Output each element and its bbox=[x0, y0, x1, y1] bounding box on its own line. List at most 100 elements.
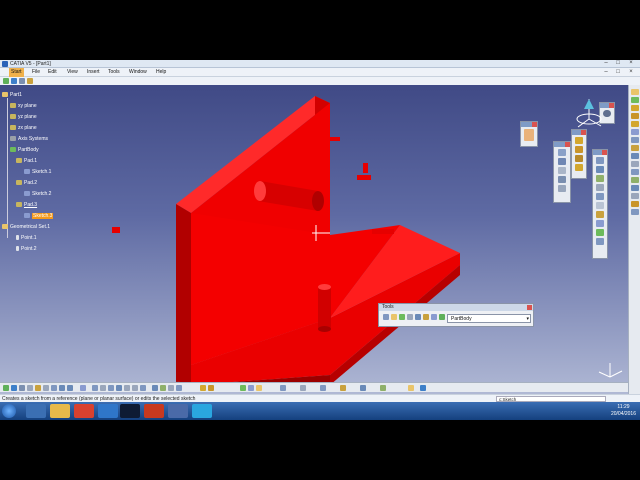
tree-node-point2[interactable]: Point.2 bbox=[16, 245, 37, 253]
point-marker[interactable] bbox=[330, 137, 340, 141]
measure-inertia-icon[interactable] bbox=[320, 385, 326, 391]
open-icon[interactable] bbox=[11, 78, 17, 84]
pad-tool-icon[interactable] bbox=[558, 149, 566, 156]
point-marker[interactable] bbox=[363, 163, 368, 173]
knowledge-icon[interactable] bbox=[360, 385, 366, 391]
toolbar-icon[interactable] bbox=[630, 209, 639, 215]
compass-icon[interactable] bbox=[574, 97, 604, 131]
new-icon[interactable] bbox=[3, 78, 9, 84]
pan-icon[interactable] bbox=[108, 385, 114, 391]
maximize-button[interactable]: □ bbox=[613, 60, 623, 67]
zoom-in-icon[interactable] bbox=[124, 385, 130, 391]
tree-node-pad3[interactable]: Pad.3 bbox=[16, 201, 37, 209]
shell-tool-icon[interactable] bbox=[575, 164, 583, 171]
groove-tool-icon[interactable] bbox=[558, 176, 566, 183]
thick-tool-icon[interactable] bbox=[596, 211, 604, 218]
toolbar-close-icon[interactable] bbox=[602, 150, 607, 155]
swap-space-icon[interactable] bbox=[176, 385, 182, 391]
formula-icon[interactable] bbox=[391, 314, 397, 320]
menu-file[interactable]: File bbox=[30, 68, 42, 77]
sketch-icon[interactable] bbox=[248, 385, 254, 391]
horizontal-pad-end[interactable] bbox=[254, 181, 266, 201]
hide-show-icon[interactable] bbox=[431, 314, 437, 320]
toolbar-icon[interactable] bbox=[630, 145, 639, 151]
toolbar-icon[interactable] bbox=[630, 177, 639, 183]
sketcher-icon[interactable] bbox=[27, 78, 33, 84]
menu-help[interactable]: Help bbox=[154, 68, 168, 77]
ie-icon[interactable] bbox=[26, 404, 46, 418]
paste-icon[interactable] bbox=[51, 385, 57, 391]
doc-minimize-button[interactable]: – bbox=[601, 69, 611, 76]
tree-node-sketch1[interactable]: Sketch.1 bbox=[24, 168, 51, 176]
open-icon[interactable] bbox=[11, 385, 17, 391]
toolbar-icon[interactable] bbox=[630, 201, 639, 207]
fillet-tool-icon[interactable] bbox=[575, 137, 583, 144]
tree-node-yz-plane[interactable]: yz plane bbox=[10, 113, 37, 121]
print-icon[interactable] bbox=[27, 385, 33, 391]
toolbar-icon[interactable] bbox=[630, 89, 639, 95]
point-marker[interactable] bbox=[372, 229, 394, 234]
3d-model[interactable] bbox=[0, 85, 640, 410]
analysis-icon[interactable] bbox=[380, 385, 386, 391]
toolbar-close-icon[interactable] bbox=[565, 142, 570, 147]
tree-node-zx-plane[interactable]: zx plane bbox=[10, 124, 37, 132]
start-button[interactable] bbox=[2, 404, 16, 418]
translate-tool-icon[interactable] bbox=[596, 157, 604, 164]
iso-view-icon[interactable] bbox=[152, 385, 158, 391]
rotate-icon[interactable] bbox=[116, 385, 122, 391]
chevron-down-icon[interactable]: ▾ bbox=[526, 315, 529, 323]
boolean-tool-icon[interactable] bbox=[596, 229, 604, 236]
tree-node-sketch2[interactable]: Sketch.2 bbox=[24, 190, 51, 198]
toolbar-icon[interactable] bbox=[630, 161, 639, 167]
toolbar-close-icon[interactable] bbox=[609, 103, 614, 108]
toolbar-icon[interactable] bbox=[630, 97, 639, 103]
constraint-icon[interactable] bbox=[200, 385, 206, 391]
shading-icon[interactable] bbox=[160, 385, 166, 391]
cut-icon[interactable] bbox=[35, 385, 41, 391]
system-clock[interactable]: 11:29 20/04/2016 bbox=[611, 404, 636, 418]
point-marker[interactable] bbox=[112, 227, 120, 233]
redo-icon[interactable] bbox=[67, 385, 73, 391]
skype-icon[interactable] bbox=[192, 404, 212, 418]
point-marker[interactable] bbox=[357, 175, 371, 180]
point-icon[interactable] bbox=[256, 385, 262, 391]
menu-view[interactable]: View bbox=[65, 68, 80, 77]
menu-start[interactable]: Start bbox=[9, 68, 24, 77]
vertical-pad-body[interactable] bbox=[318, 287, 331, 329]
tree-node-xy-plane[interactable]: xy plane bbox=[10, 102, 37, 110]
axis-system-tool-icon[interactable] bbox=[399, 314, 405, 320]
pocket-tool-icon[interactable] bbox=[558, 158, 566, 165]
material-icon[interactable] bbox=[408, 385, 414, 391]
body-select[interactable]: PartBody ▾ bbox=[447, 314, 531, 323]
hole-tool-icon[interactable] bbox=[558, 185, 566, 192]
tree-node-sketch3[interactable]: Sketch.3 bbox=[24, 212, 54, 220]
undo-icon[interactable] bbox=[59, 385, 65, 391]
doc-close-button[interactable]: × bbox=[626, 69, 636, 76]
menu-window[interactable]: Window bbox=[127, 68, 149, 77]
grid-icon[interactable] bbox=[407, 314, 413, 320]
vertical-pad-top[interactable] bbox=[318, 284, 331, 290]
view-tool-icon[interactable] bbox=[603, 110, 611, 117]
normal-view-icon[interactable] bbox=[140, 385, 146, 391]
edge-icon[interactable] bbox=[98, 404, 118, 418]
horizontal-pad-face[interactable] bbox=[312, 191, 324, 211]
toolbar-icon[interactable] bbox=[630, 129, 639, 135]
formula-icon[interactable] bbox=[340, 385, 346, 391]
sketch-tool-icon[interactable] bbox=[524, 129, 534, 141]
menu-insert[interactable]: Insert bbox=[85, 68, 102, 77]
hide-show-icon[interactable] bbox=[168, 385, 174, 391]
catalog-icon[interactable] bbox=[423, 314, 429, 320]
file-explorer-icon[interactable] bbox=[50, 404, 70, 418]
toolbar-icon[interactable] bbox=[630, 185, 639, 191]
sew-tool-icon[interactable] bbox=[596, 220, 604, 227]
shaft-tool-icon[interactable] bbox=[558, 167, 566, 174]
toolbar-icon[interactable] bbox=[630, 121, 639, 127]
menu-edit[interactable]: Edit bbox=[46, 68, 59, 77]
toolbar-icon[interactable] bbox=[630, 137, 639, 143]
define-in-work-icon[interactable] bbox=[439, 314, 445, 320]
chamfer-tool-icon[interactable] bbox=[575, 146, 583, 153]
mirror-tool-icon[interactable] bbox=[596, 175, 604, 182]
menu-tools[interactable]: Tools bbox=[106, 68, 122, 77]
save-icon[interactable] bbox=[19, 78, 25, 84]
measure-icon[interactable] bbox=[300, 385, 306, 391]
